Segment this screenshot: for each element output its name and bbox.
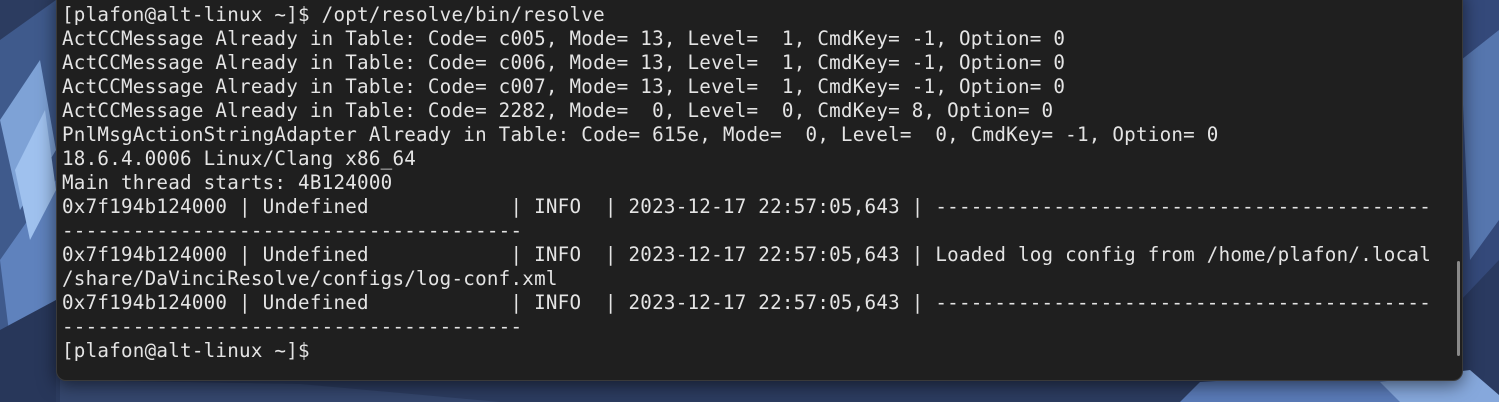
terminal-scrollbar[interactable] — [1457, 261, 1460, 356]
output-line: ActCCMessage Already in Table: Code= c00… — [62, 75, 1066, 98]
output-line: PnlMsgActionStringAdapter Already in Tab… — [62, 123, 1219, 146]
log-line: 0x7f194b124000 | Undefined | INFO | 2023… — [62, 195, 1432, 218]
log-line-continuation: /share/DaVinciResolve/configs/log-conf.x… — [62, 267, 558, 290]
log-line: 0x7f194b124000 | Undefined | INFO | 2023… — [62, 291, 1432, 314]
command-line: [plafon@alt-linux ~]$ /opt/resolve/bin/r… — [62, 3, 605, 26]
log-line: 0x7f194b124000 | Undefined | INFO | 2023… — [62, 243, 1432, 266]
log-line-continuation: --------------------------------------- — [62, 219, 523, 242]
output-line: ActCCMessage Already in Table: Code= c00… — [62, 27, 1066, 50]
output-line: 18.6.4.0006 Linux/Clang x86_64 — [62, 147, 417, 170]
output-line: Main thread starts: 4B124000 — [62, 171, 393, 194]
shell-prompt[interactable]: [plafon@alt-linux ~]$ — [62, 339, 1431, 363]
terminal-window[interactable]: [plafon@alt-linux ~]$ /opt/resolve/bin/r… — [56, 0, 1463, 381]
output-line: ActCCMessage Already in Table: Code= 228… — [62, 99, 1054, 122]
terminal-output[interactable]: [plafon@alt-linux ~]$ /opt/resolve/bin/r… — [62, 3, 1431, 363]
output-line: ActCCMessage Already in Table: Code= c00… — [62, 51, 1066, 74]
log-line-continuation: --------------------------------------- — [62, 315, 523, 338]
